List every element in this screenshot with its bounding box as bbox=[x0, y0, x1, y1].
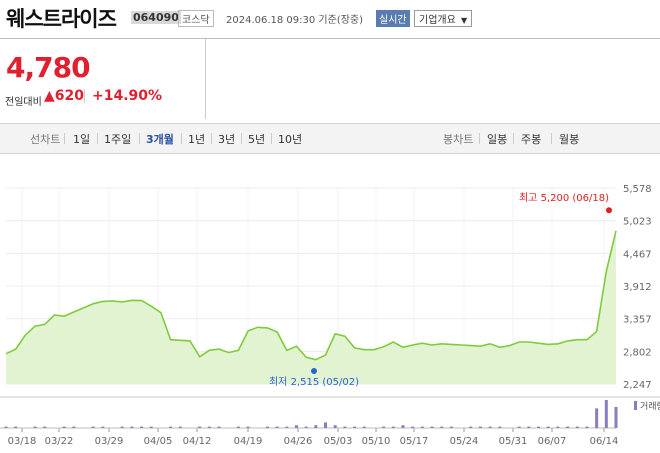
volume-bar bbox=[401, 425, 405, 428]
volume-bar bbox=[294, 425, 298, 428]
x-tick-label: 03/29 bbox=[95, 436, 124, 447]
volume-bar bbox=[411, 426, 415, 428]
x-tick-label: 03/18 bbox=[8, 436, 37, 447]
volume-bar bbox=[440, 426, 444, 428]
high-marker bbox=[606, 207, 612, 214]
high-label: 최고 5,200 (06/18) bbox=[519, 192, 609, 204]
volume-bar bbox=[140, 426, 144, 428]
volume-bar bbox=[130, 426, 134, 428]
volume-bar bbox=[33, 426, 37, 428]
volume-bar bbox=[430, 426, 434, 428]
volume-bar bbox=[614, 407, 618, 428]
x-tick-label: 06/07 bbox=[538, 436, 567, 447]
volume-bar bbox=[236, 426, 240, 428]
volume-bar bbox=[343, 426, 347, 428]
volume-bar bbox=[478, 426, 482, 428]
volume-legend-label: 거래량 bbox=[640, 400, 660, 412]
volume-bar bbox=[101, 426, 105, 428]
volume-legend-swatch bbox=[634, 401, 637, 410]
volume-bar bbox=[546, 426, 550, 428]
volume-bar bbox=[353, 426, 357, 428]
x-tick-label: 05/31 bbox=[499, 436, 528, 447]
y-tick-label: 2,247 bbox=[623, 380, 652, 391]
x-tick-label: 06/14 bbox=[590, 436, 619, 447]
volume-bar bbox=[4, 426, 8, 428]
volume-bar bbox=[604, 400, 608, 428]
low-label: 최저 2,515 (05/02) bbox=[269, 376, 359, 388]
volume-bar bbox=[246, 426, 250, 428]
low-marker bbox=[311, 368, 317, 374]
y-tick-label: 3,357 bbox=[623, 315, 652, 326]
volume-bar bbox=[566, 426, 570, 428]
volume-bar bbox=[120, 426, 124, 428]
volume-bar bbox=[178, 426, 182, 428]
volume-bar bbox=[575, 426, 579, 428]
volume-bar bbox=[420, 426, 424, 428]
volume-bar bbox=[537, 426, 541, 428]
x-tick-label: 05/10 bbox=[362, 436, 391, 447]
volume-bar bbox=[217, 426, 221, 428]
volume-bar bbox=[62, 426, 66, 428]
volume-bar bbox=[382, 426, 386, 428]
volume-bar bbox=[488, 426, 492, 428]
x-tick-label: 04/26 bbox=[284, 436, 313, 447]
volume-bar bbox=[43, 426, 47, 428]
volume-bar bbox=[14, 426, 18, 428]
y-tick-label: 5,023 bbox=[623, 217, 652, 228]
x-tick-label: 05/24 bbox=[450, 436, 479, 447]
volume-bar bbox=[449, 426, 453, 428]
volume-bar bbox=[149, 426, 153, 428]
y-tick-label: 2,802 bbox=[623, 347, 652, 358]
volume-bar bbox=[265, 426, 269, 428]
volume-bar bbox=[469, 426, 473, 428]
volume-bar bbox=[169, 426, 173, 428]
volume-bar bbox=[391, 426, 395, 428]
volume-bar bbox=[324, 422, 328, 428]
volume-bar bbox=[304, 426, 308, 428]
volume-bar bbox=[275, 426, 279, 428]
volume-bar bbox=[595, 408, 599, 428]
volume-bar bbox=[527, 426, 531, 428]
volume-bar bbox=[556, 426, 560, 428]
volume-bar bbox=[517, 426, 521, 428]
volume-bar bbox=[314, 425, 318, 428]
volume-bar bbox=[91, 426, 95, 428]
y-tick-label: 4,467 bbox=[623, 249, 652, 260]
volume-bar bbox=[285, 426, 289, 428]
volume-bar bbox=[498, 426, 502, 428]
volume-bar bbox=[72, 426, 76, 428]
volume-bar bbox=[207, 426, 211, 428]
volume-bar bbox=[362, 426, 366, 428]
x-tick-label: 04/12 bbox=[183, 436, 212, 447]
y-tick-label: 5,578 bbox=[623, 184, 652, 195]
x-tick-label: 04/05 bbox=[144, 436, 173, 447]
x-tick-label: 05/03 bbox=[324, 436, 353, 447]
volume-bar bbox=[198, 426, 202, 428]
x-tick-label: 04/19 bbox=[234, 436, 263, 447]
y-tick-label: 3,912 bbox=[623, 282, 652, 293]
price-chart[interactable]: 5,578 5,023 4,467 3,912 3,357 2,802 2,247 03/18… bbox=[0, 0, 660, 453]
volume-bar bbox=[333, 425, 337, 428]
volume-bar bbox=[585, 426, 589, 428]
x-tick-label: 05/17 bbox=[400, 436, 429, 447]
x-tick-label: 03/22 bbox=[45, 436, 74, 447]
